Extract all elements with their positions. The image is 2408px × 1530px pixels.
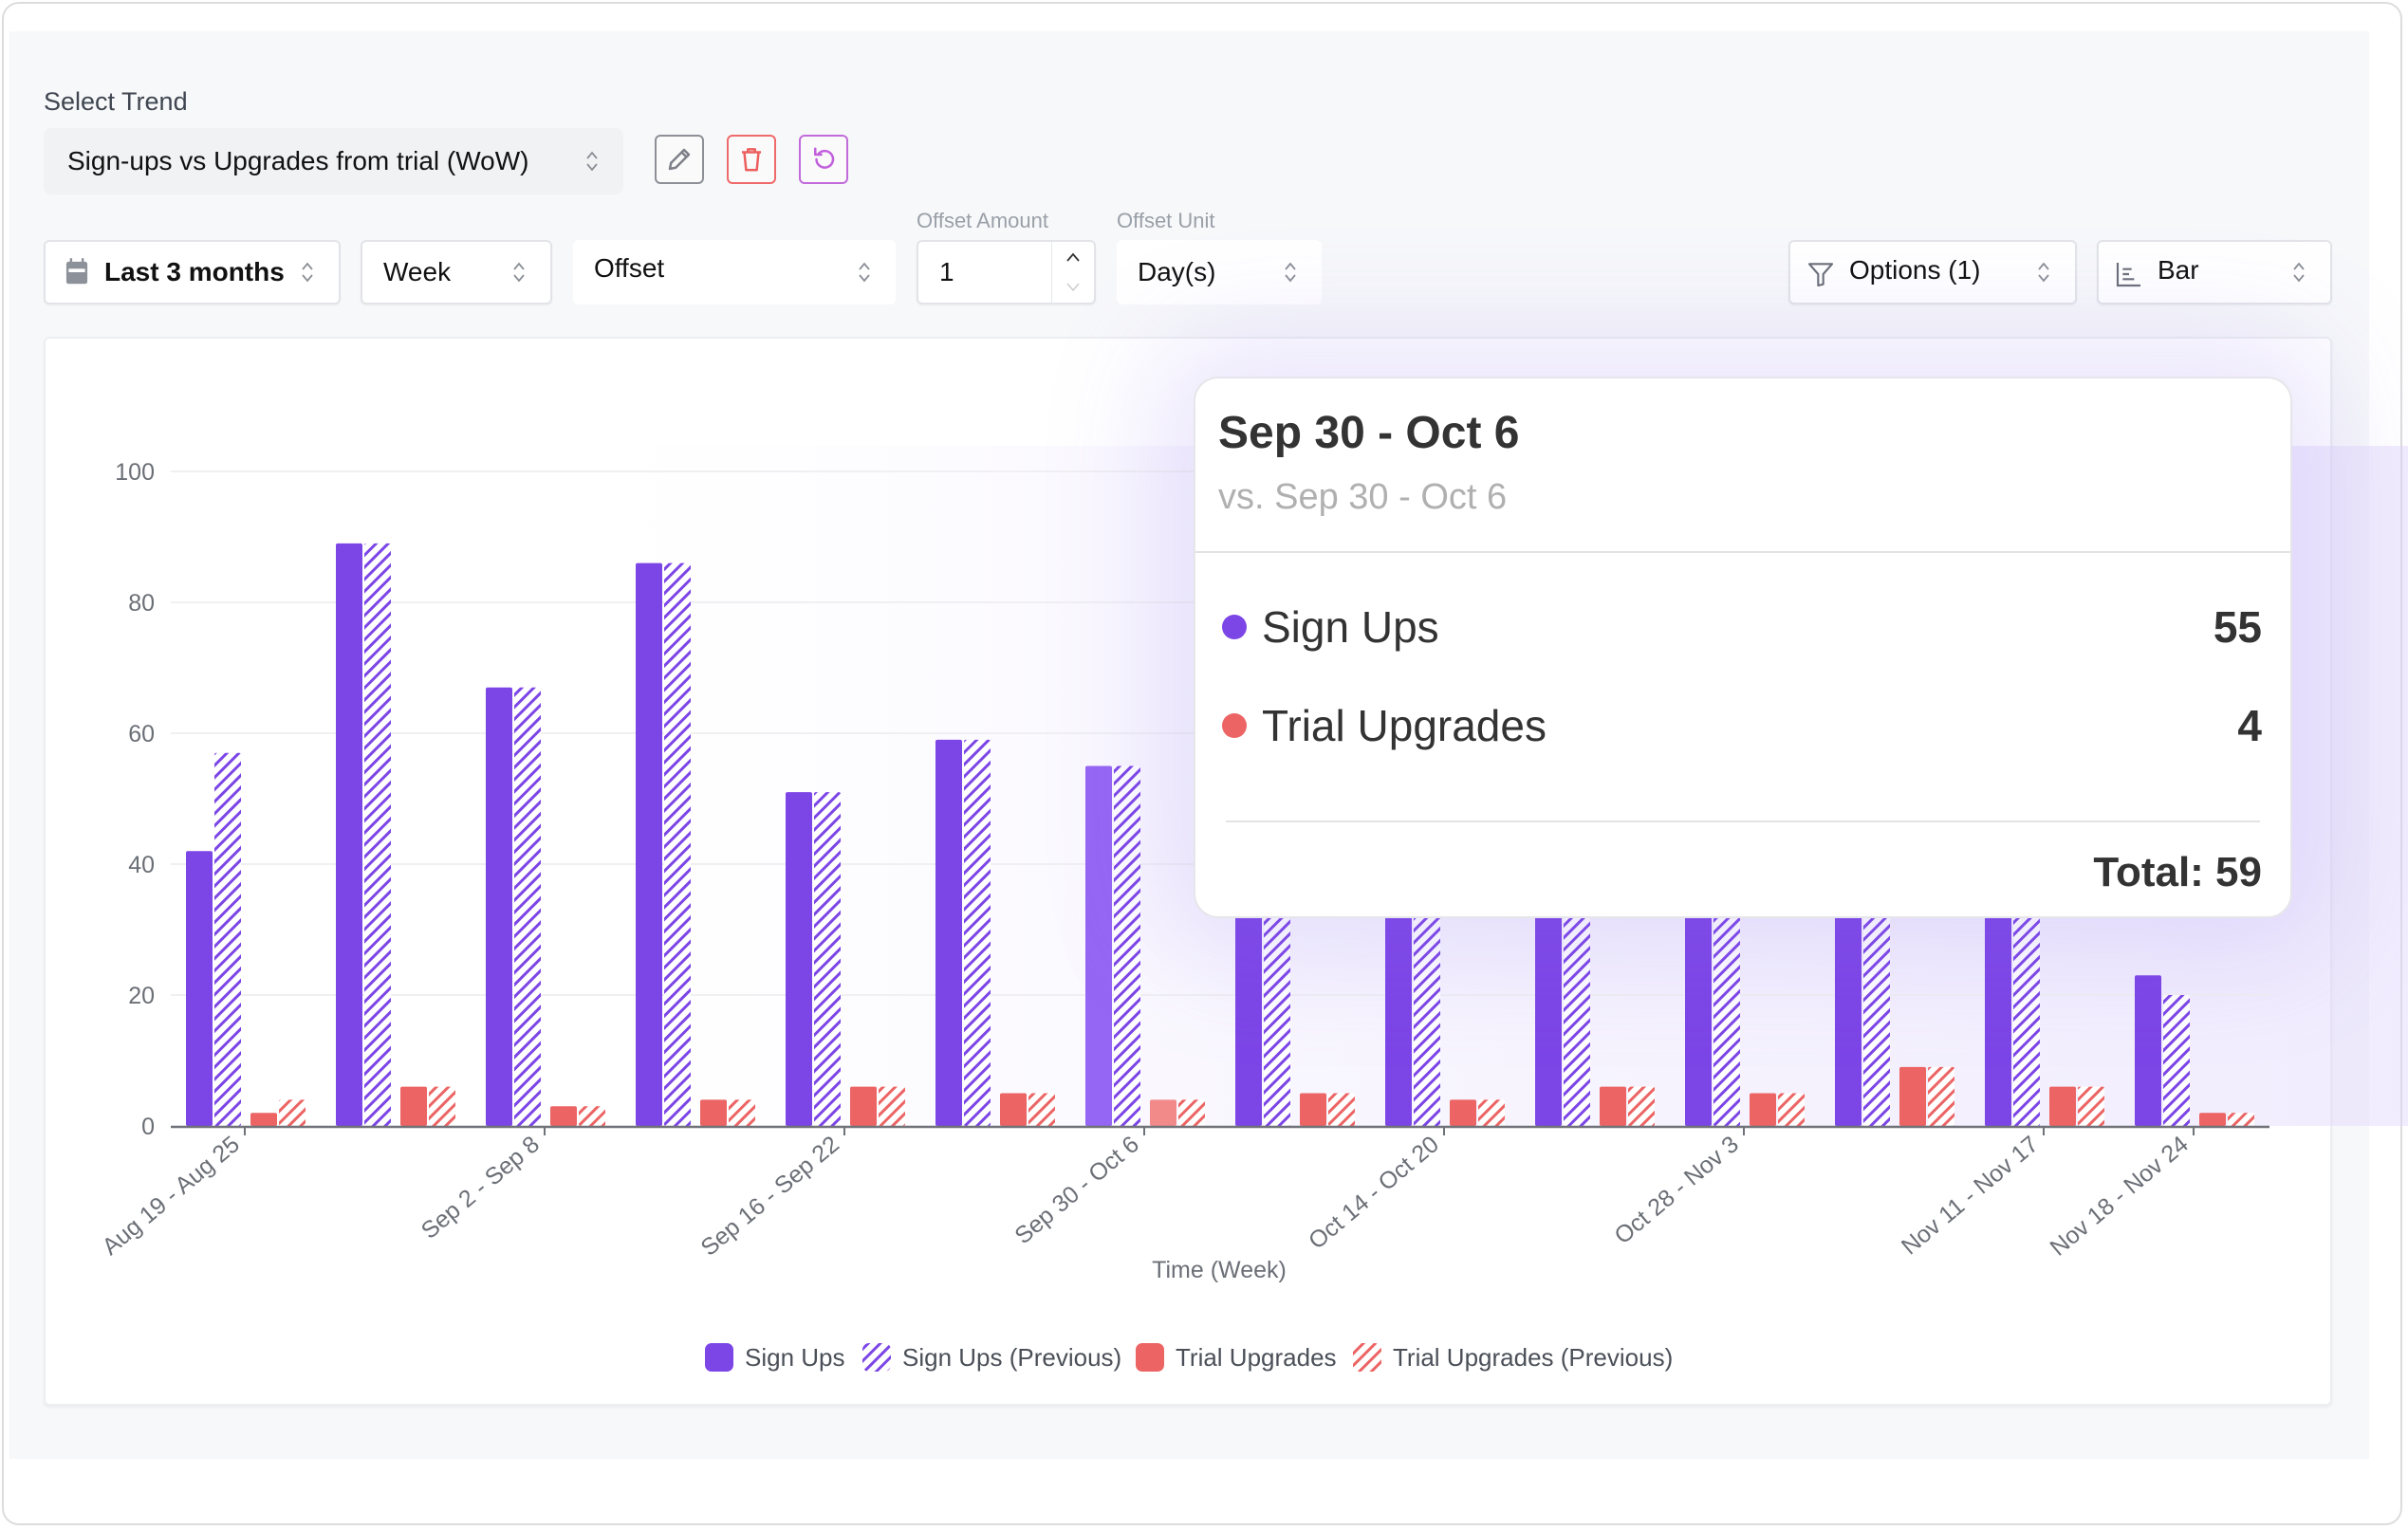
bar-trial-upgrades[interactable]: [2049, 1086, 2076, 1126]
bar-trial-upgrades[interactable]: [1899, 1066, 1926, 1126]
legend-label: Trial Upgrades (Previous): [1393, 1343, 1673, 1372]
sign-ups-dot-icon: [1222, 615, 1247, 639]
legend-swatch: [1136, 1343, 1164, 1372]
legend-swatch: [1353, 1343, 1381, 1372]
bar-sign-ups[interactable]: [935, 739, 962, 1126]
legend-swatch: [705, 1343, 733, 1372]
bar-trial-upgrades[interactable]: [1750, 1093, 1776, 1127]
bar-trial-upgrades[interactable]: [1000, 1093, 1027, 1127]
tooltip-row-label: Trial Upgrades: [1262, 701, 1547, 750]
bar-sign-ups-previous[interactable]: [1713, 911, 1740, 1126]
trial-upgrades-dot-icon: [1222, 713, 1247, 738]
bar-sign-ups[interactable]: [336, 543, 362, 1126]
x-tick-label: Oct 28 - Nov 3: [1609, 1131, 1743, 1249]
legend-sign-ups[interactable]: Sign Ups: [705, 1343, 845, 1372]
bar-trial-upgrades[interactable]: [2199, 1113, 2226, 1126]
bar-sign-ups[interactable]: [1835, 911, 1862, 1126]
legend-trial-upgrades[interactable]: Trial Upgrades: [1136, 1343, 1337, 1372]
bar-trial-upgrades-previous[interactable]: [429, 1086, 455, 1126]
bar-sign-ups[interactable]: [1985, 911, 2011, 1126]
y-tick-label: 60: [128, 721, 155, 747]
bar-trial-upgrades-previous[interactable]: [279, 1099, 306, 1126]
y-tick-label: 40: [128, 852, 155, 878]
bar-sign-ups-previous[interactable]: [364, 543, 391, 1126]
bar-trial-upgrades-previous[interactable]: [2228, 1113, 2254, 1126]
legend-label: Sign Ups (Previous): [902, 1343, 1121, 1372]
bar-trial-upgrades-previous[interactable]: [729, 1099, 755, 1126]
bar-sign-ups[interactable]: [1235, 911, 1262, 1126]
y-tick-label: 100: [115, 459, 155, 486]
y-tick-label: 0: [141, 1114, 155, 1140]
bar-trial-upgrades-previous[interactable]: [1178, 1099, 1205, 1126]
x-tick-label: Nov 11 - Nov 17: [1897, 1131, 2044, 1260]
bar-sign-ups-previous[interactable]: [514, 687, 541, 1126]
tooltip-row-value: 4: [2237, 701, 2262, 750]
bar-trial-upgrades[interactable]: [550, 1106, 577, 1126]
bar-sign-ups-previous[interactable]: [964, 739, 991, 1126]
bar-sign-ups-previous[interactable]: [1863, 911, 1890, 1126]
x-axis-title: Time (Week): [1152, 1257, 1287, 1283]
bar-trial-upgrades-previous[interactable]: [879, 1086, 905, 1126]
bar-sign-ups-previous[interactable]: [2013, 911, 2040, 1126]
bar-sign-ups-previous[interactable]: [1114, 765, 1140, 1127]
y-tick-label: 80: [128, 590, 155, 617]
bar-trial-upgrades[interactable]: [1300, 1093, 1326, 1127]
tooltip-divider: [1226, 820, 2260, 822]
tooltip-row-trial-upgrades: Trial Upgrades 4: [1222, 697, 2262, 754]
bar-sign-ups[interactable]: [2135, 975, 2161, 1126]
bar-sign-ups-previous[interactable]: [664, 562, 691, 1126]
bar-sign-ups-previous[interactable]: [214, 752, 241, 1126]
bar-sign-ups[interactable]: [186, 851, 213, 1126]
bar-sign-ups-previous[interactable]: [1264, 911, 1290, 1126]
x-tick-label: Sep 30 - Oct 6: [1010, 1131, 1143, 1249]
bar-sign-ups[interactable]: [636, 562, 662, 1126]
x-tick-label: Nov 18 - Nov 24: [2045, 1131, 2193, 1262]
legend-sign-ups-previous[interactable]: Sign Ups (Previous): [862, 1343, 1121, 1372]
bar-trial-upgrades-previous[interactable]: [1328, 1093, 1355, 1127]
bar-sign-ups-previous[interactable]: [1414, 911, 1440, 1126]
x-tick-label: Sep 16 - Sep 22: [695, 1131, 843, 1262]
y-tick-label: 20: [128, 983, 155, 1009]
tooltip-row-sign-ups: Sign Ups 55: [1222, 599, 2262, 655]
bar-trial-upgrades-previous[interactable]: [1028, 1093, 1055, 1127]
bar-trial-upgrades-previous[interactable]: [1778, 1093, 1805, 1127]
bar-sign-ups-previous[interactable]: [1564, 911, 1590, 1126]
tooltip-row-label: Sign Ups: [1262, 602, 1439, 652]
bar-trial-upgrades[interactable]: [1600, 1086, 1626, 1126]
legend-label: Sign Ups: [745, 1343, 845, 1372]
tooltip-row-value: 55: [2213, 602, 2262, 652]
bar-trial-upgrades[interactable]: [1150, 1099, 1176, 1126]
bar-trial-upgrades-previous[interactable]: [1478, 1099, 1505, 1126]
tooltip-subtitle: vs. Sep 30 - Oct 6: [1218, 477, 1508, 517]
x-tick-label: Oct 14 - Oct 20: [1304, 1131, 1444, 1254]
bar-trial-upgrades[interactable]: [1450, 1099, 1476, 1126]
bar-sign-ups[interactable]: [486, 687, 512, 1126]
bar-trial-upgrades-previous[interactable]: [1628, 1086, 1655, 1126]
legend-trial-upgrades-previous[interactable]: Trial Upgrades (Previous): [1353, 1343, 1673, 1372]
bar-trial-upgrades[interactable]: [700, 1099, 727, 1126]
bar-trial-upgrades[interactable]: [850, 1086, 877, 1126]
legend-swatch: [862, 1343, 891, 1372]
chart-tooltip: Sep 30 - Oct 6 vs. Sep 30 - Oct 6 Sign U…: [1194, 377, 2292, 918]
bar-sign-ups[interactable]: [1385, 911, 1412, 1126]
x-tick-label: Sep 2 - Sep 8: [417, 1131, 545, 1244]
tooltip-total: Total: 59: [2093, 849, 2262, 895]
bar-sign-ups[interactable]: [1085, 765, 1112, 1127]
tooltip-title: Sep 30 - Oct 6: [1218, 408, 1520, 458]
bar-sign-ups[interactable]: [786, 792, 812, 1126]
legend-label: Trial Upgrades: [1176, 1343, 1337, 1372]
bar-trial-upgrades[interactable]: [400, 1086, 427, 1126]
bar-trial-upgrades-previous[interactable]: [2078, 1086, 2104, 1126]
tooltip-divider: [1195, 551, 2290, 553]
bar-trial-upgrades-previous[interactable]: [579, 1106, 605, 1126]
x-tick-label: Aug 19 - Aug 25: [97, 1131, 244, 1261]
bar-sign-ups[interactable]: [1535, 911, 1562, 1126]
bar-trial-upgrades[interactable]: [250, 1113, 277, 1126]
bar-sign-ups[interactable]: [1685, 911, 1712, 1126]
bar-sign-ups-previous[interactable]: [814, 792, 841, 1126]
bar-sign-ups-previous[interactable]: [2163, 995, 2190, 1126]
bar-trial-upgrades-previous[interactable]: [1928, 1066, 1954, 1126]
